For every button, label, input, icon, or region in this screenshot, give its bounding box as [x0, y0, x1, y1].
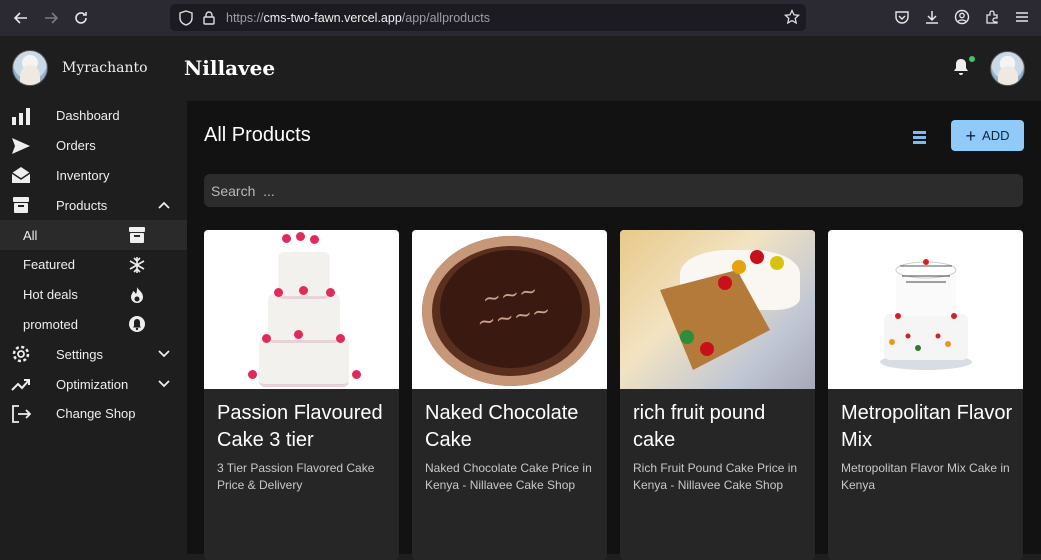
logout-icon	[11, 404, 31, 424]
avatar[interactable]	[990, 51, 1025, 86]
product-title[interactable]: Metropolitan Flavor Mix	[841, 400, 1016, 453]
bar-chart-icon	[11, 106, 31, 126]
product-image[interactable]	[620, 230, 815, 389]
sidebar-item-optimization[interactable]: Optimization	[0, 369, 187, 399]
plus-icon: +	[965, 125, 977, 146]
list-view-icon[interactable]	[911, 128, 929, 146]
add-button-label: ADD	[982, 128, 1010, 143]
sidebar-item-label: promoted	[23, 316, 78, 332]
sidebar-item-products[interactable]: Products	[0, 190, 187, 220]
sidebar-item-label: Optimization	[56, 376, 129, 392]
sidebar-item-inventory[interactable]: Inventory	[0, 161, 187, 191]
product-title[interactable]: Passion Flavoured Cake 3 tier	[217, 400, 392, 453]
product-image[interactable]: ~~~ ~~~~	[412, 230, 607, 389]
download-icon[interactable]	[921, 6, 943, 28]
main-content: All Products + ADD Passion Flavoured Cak…	[187, 101, 1041, 560]
product-grid: Passion Flavoured Cake 3 tier 3 Tier Pas…	[204, 230, 1023, 560]
pocket-icon[interactable]	[891, 6, 913, 28]
add-product-button[interactable]: + ADD	[951, 120, 1024, 151]
url-prefix: https://	[226, 10, 264, 25]
product-image[interactable]	[828, 230, 1023, 389]
send-icon	[11, 136, 31, 156]
sidebar-item-label: Hot deals	[23, 287, 78, 303]
product-description: 3 Tier Passion Flavored Cake Price & Del…	[217, 461, 375, 492]
sidebar-item-label: Dashboard	[56, 108, 120, 124]
page-title: All Products	[204, 124, 311, 146]
forward-arrow-icon[interactable]	[36, 3, 66, 33]
browser-nav	[6, 3, 96, 33]
star-icon[interactable]	[783, 8, 801, 25]
trending-up-icon	[11, 374, 31, 394]
lock-icon[interactable]	[202, 10, 216, 26]
browser-toolbar: https://cms-two-fawn.vercel.app/app/allp…	[0, 0, 1041, 36]
archive-icon	[11, 195, 31, 215]
chevron-down-icon[interactable]	[157, 377, 171, 391]
product-card[interactable]: Passion Flavoured Cake 3 tier 3 Tier Pas…	[204, 230, 399, 560]
sidebar-item-label: Inventory	[56, 167, 110, 183]
user-name: Myrachanto	[62, 60, 148, 76]
product-title[interactable]: Naked Chocolate Cake	[425, 400, 600, 453]
sidebar-user[interactable]: Myrachanto	[12, 50, 148, 86]
sidebar-item-label: Orders	[56, 138, 96, 154]
chevron-down-icon[interactable]	[157, 347, 171, 361]
browser-actions	[891, 6, 1033, 28]
sidebar-item-label: Featured	[23, 257, 76, 273]
sidebar-item-all[interactable]: All	[0, 220, 187, 250]
snowflake-icon	[127, 255, 147, 275]
extensions-icon[interactable]	[981, 6, 1003, 28]
search-input[interactable]	[204, 174, 1023, 207]
sidebar-item-label: Settings	[56, 346, 103, 362]
app-title[interactable]: Nillavee	[184, 56, 275, 80]
sidebar-item-dashboard[interactable]: Dashboard	[0, 101, 187, 131]
envelope-open-icon	[11, 165, 31, 185]
product-description: Metropolitan Flavor Mix Cake in Kenya	[841, 461, 1010, 492]
product-card[interactable]: ~~~ ~~~~ Naked Chocolate Cake Naked Choco…	[412, 230, 607, 560]
url-text: https://cms-two-fawn.vercel.app/app/allp…	[226, 11, 490, 25]
app-header: Nillavee	[184, 36, 1041, 101]
flame-icon	[127, 285, 147, 305]
sidebar-item-change-shop[interactable]: Change Shop	[0, 399, 187, 429]
sidebar-item-featured[interactable]: Featured	[0, 250, 187, 280]
sidebar-item-settings[interactable]: Settings	[0, 339, 187, 369]
product-card[interactable]: Metropolitan Flavor Mix Metropolitan Fla…	[828, 230, 1023, 560]
reload-icon[interactable]	[66, 3, 96, 33]
sidebar-item-orders[interactable]: Orders	[0, 131, 187, 161]
sidebar-item-promoted[interactable]: promoted	[0, 310, 187, 340]
notification-dot	[969, 56, 975, 62]
address-bar[interactable]: https://cms-two-fawn.vercel.app/app/allp…	[170, 4, 806, 31]
url-path: /app/allproducts	[401, 10, 491, 25]
sidebar-menu: Dashboard Orders Inventory Products All …	[0, 101, 187, 429]
shield-icon[interactable]	[178, 9, 194, 26]
notification-icon	[127, 314, 147, 334]
account-icon[interactable]	[951, 6, 973, 28]
avatar[interactable]	[12, 50, 48, 86]
chevron-up-icon[interactable]	[157, 198, 171, 212]
sidebar-item-hot-deals[interactable]: Hot deals	[0, 280, 187, 310]
hamburger-menu-icon[interactable]	[1011, 6, 1033, 28]
url-host: cms-two-fawn.vercel.app	[263, 10, 402, 25]
back-arrow-icon[interactable]	[6, 3, 36, 33]
sidebar: Myrachanto Dashboard Orders Inventory Pr…	[0, 36, 187, 554]
product-description: Naked Chocolate Cake Price in Kenya - Ni…	[425, 461, 592, 492]
product-image[interactable]	[204, 230, 399, 389]
product-card[interactable]: rich fruit pound cake Rich Fruit Pound C…	[620, 230, 815, 560]
product-description: Rich Fruit Pound Cake Price in Kenya - N…	[633, 461, 798, 492]
sidebar-item-label: All	[23, 227, 38, 243]
archive-icon	[127, 225, 147, 245]
gear-icon	[11, 344, 31, 364]
sidebar-item-label: Change Shop	[56, 406, 136, 422]
sidebar-item-label: Products	[56, 197, 108, 213]
product-title[interactable]: rich fruit pound cake	[633, 400, 808, 453]
